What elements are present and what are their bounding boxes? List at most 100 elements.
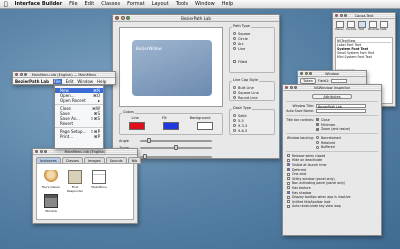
minimize-button[interactable] bbox=[39, 150, 43, 153]
zoom-button[interactable] bbox=[294, 86, 297, 89]
radio-icon bbox=[233, 42, 236, 45]
title-bar[interactable]: Cocoa-Text bbox=[333, 13, 395, 19]
zoom-slider[interactable] bbox=[140, 145, 212, 151]
close-button[interactable] bbox=[115, 16, 119, 20]
dash-9-6-3[interactable]: 9-6-3 bbox=[230, 128, 274, 133]
object-label: Window bbox=[45, 209, 57, 213]
window-option-checkbox[interactable]: Auto recalculate key view loop bbox=[287, 204, 381, 209]
line-width-slider[interactable] bbox=[140, 154, 212, 160]
bezier-shape: BezierWidow bbox=[132, 40, 212, 96]
window-object[interactable]: Window bbox=[40, 194, 62, 213]
palette-menus[interactable]: Menus bbox=[335, 21, 344, 33]
line-color-label: Line bbox=[131, 116, 139, 120]
apple-menu-icon[interactable]:  bbox=[4, 0, 8, 9]
zoom-button[interactable] bbox=[24, 73, 27, 76]
checkbox-icon bbox=[316, 118, 319, 122]
menu-tools[interactable]: Tools bbox=[176, 1, 188, 7]
title-bar[interactable]: MainMenu.nib (English) — MainMenu bbox=[13, 72, 115, 78]
zoom-button[interactable] bbox=[344, 14, 347, 17]
window-title-input[interactable]: BezierPath Lab bbox=[316, 104, 366, 109]
zoom-button[interactable] bbox=[126, 16, 130, 20]
titlebar-control-checkbox[interactable]: Zoom (and resize) bbox=[316, 127, 350, 132]
radio-icon bbox=[233, 37, 236, 40]
menu-editor-help[interactable]: Help bbox=[97, 79, 106, 84]
menu-editor-window[interactable]: Window bbox=[77, 79, 93, 84]
window-options-list: Release when closed Hide on deactivate Vis… bbox=[283, 154, 381, 209]
menu-window[interactable]: Window bbox=[195, 1, 215, 7]
menu-item[interactable]: Revert bbox=[55, 121, 103, 126]
window-option-checkbox-label: Visible at launch time bbox=[292, 162, 327, 167]
menu-item-shortcut: ⌘P bbox=[93, 134, 100, 139]
palette-controls[interactable]: Controls bbox=[346, 21, 356, 33]
files-owner-object[interactable]: File's Owner bbox=[40, 170, 62, 189]
slider-knob[interactable] bbox=[174, 145, 178, 151]
colors-label: Colors bbox=[122, 110, 135, 114]
mainmenu-object[interactable]: MainMenu bbox=[88, 170, 110, 189]
close-button[interactable] bbox=[285, 86, 288, 89]
menu-layout[interactable]: Layout bbox=[152, 1, 169, 7]
window-option-checkbox-label: Has shadow bbox=[292, 190, 312, 195]
menu-editor-app[interactable]: BezierPath Lab bbox=[15, 79, 49, 84]
slider-knob[interactable] bbox=[146, 138, 151, 144]
angle-slider[interactable] bbox=[140, 138, 212, 144]
mainmenu-editor-window: MainMenu.nib (English) — MainMenu Bezier… bbox=[12, 71, 116, 85]
backing-radio[interactable]: Buffered bbox=[316, 145, 341, 150]
window-title: MainMenu.nib (English) bbox=[64, 149, 106, 154]
window-title: NSWindow Inspector bbox=[313, 85, 351, 90]
radio-icon bbox=[233, 119, 236, 122]
line-color-well[interactable] bbox=[129, 122, 145, 130]
palette-data[interactable]: Data bbox=[379, 21, 388, 33]
slider-knob[interactable] bbox=[143, 154, 148, 160]
bezier-canvas[interactable]: BezierWidow bbox=[119, 27, 223, 107]
inspector-popup[interactable]: Attributes bbox=[312, 94, 352, 99]
menu-app-name[interactable]: Interface Builder bbox=[15, 1, 63, 7]
field-label: Field1: bbox=[317, 79, 330, 83]
line-cap-round[interactable]: Round Line bbox=[230, 95, 274, 100]
autosave-input[interactable] bbox=[316, 109, 366, 113]
fill-color-well[interactable] bbox=[163, 122, 179, 130]
minimize-button[interactable] bbox=[289, 86, 293, 89]
radio-label: Line bbox=[238, 46, 246, 51]
minimize-button[interactable] bbox=[339, 14, 343, 17]
title-bar[interactable]: MainMenu.nib (English) bbox=[33, 149, 137, 155]
palette-line[interactable]: Mini System Font Text bbox=[337, 55, 391, 59]
tool-label: Menus bbox=[335, 28, 344, 31]
menu-format[interactable]: Format bbox=[127, 1, 145, 7]
menu-bar:  Interface Builder File Edit Classes Fo… bbox=[0, 0, 400, 9]
title-bar[interactable]: Window bbox=[298, 71, 366, 77]
field1-input[interactable] bbox=[331, 79, 348, 83]
zoom-button[interactable] bbox=[309, 72, 312, 75]
menu-item[interactable]: Open Recent ▸ bbox=[55, 98, 103, 103]
zoom-button[interactable] bbox=[44, 150, 47, 153]
filled-checkbox[interactable]: Filled bbox=[230, 59, 274, 64]
menu-file[interactable]: File bbox=[69, 1, 77, 7]
first-responder-object[interactable]: First Responder bbox=[64, 170, 86, 193]
close-button[interactable] bbox=[335, 14, 338, 17]
path-type-line[interactable]: Line bbox=[230, 46, 274, 51]
title-bar[interactable]: BezierPath Lab bbox=[113, 15, 279, 22]
menu-icon bbox=[92, 170, 106, 184]
menu-classes[interactable]: Classes bbox=[101, 1, 120, 7]
menu-item[interactable]: Print... ⌘P bbox=[55, 134, 103, 139]
close-button[interactable] bbox=[300, 72, 303, 75]
checkbox-icon bbox=[287, 204, 290, 208]
text-icon bbox=[357, 21, 366, 28]
title-bar[interactable]: NSWindow Inspector bbox=[283, 85, 381, 91]
close-button[interactable] bbox=[15, 73, 18, 76]
palette-windows[interactable]: Windows bbox=[368, 21, 379, 33]
minimize-button[interactable] bbox=[304, 72, 308, 75]
window-option-checkbox-label: Display tooltips when app is inactive bbox=[292, 195, 351, 200]
minimize-button[interactable] bbox=[19, 73, 23, 76]
controls-icon bbox=[346, 21, 355, 28]
background-color-label: Background bbox=[189, 116, 211, 120]
close-button[interactable] bbox=[35, 150, 38, 153]
radio-icon bbox=[316, 145, 319, 149]
menu-help[interactable]: Help bbox=[222, 1, 233, 7]
menu-edit[interactable]: Edit bbox=[85, 1, 95, 7]
menu-editor-file[interactable]: File bbox=[52, 78, 62, 84]
radio-icon bbox=[233, 129, 236, 132]
background-color-well[interactable] bbox=[197, 122, 213, 130]
palette-text[interactable]: Text bbox=[357, 21, 366, 33]
minimize-button[interactable] bbox=[120, 16, 125, 20]
menu-editor-edit[interactable]: Edit bbox=[66, 79, 74, 84]
